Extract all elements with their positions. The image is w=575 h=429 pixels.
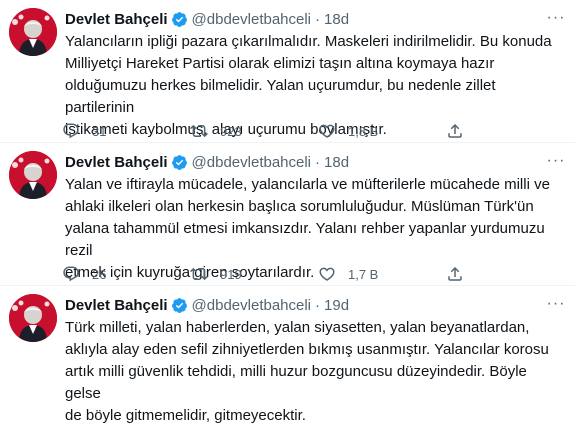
tweet[interactable]: Devlet Bahçeli @dbdevletbahceli · 19d ··… <box>0 286 575 429</box>
verified-badge-icon <box>171 154 188 171</box>
author-handle[interactable]: @dbdevletbahceli <box>192 154 311 171</box>
tweet[interactable]: Devlet Bahçeli @dbdevletbahceli · 18d ··… <box>0 0 575 143</box>
heart-icon <box>319 124 335 138</box>
share-icon <box>448 266 462 281</box>
retweet-icon <box>190 267 208 281</box>
author-handle[interactable]: @dbdevletbahceli <box>192 297 311 314</box>
more-options-icon[interactable]: ··· <box>546 152 566 170</box>
author-name[interactable]: Devlet Bahçeli <box>65 11 168 28</box>
reply-count: 26 <box>92 266 107 282</box>
reply-button[interactable]: 26 <box>62 265 190 283</box>
like-button[interactable]: 1,7 B <box>318 265 446 283</box>
reply-icon <box>63 123 79 139</box>
share-button[interactable] <box>446 265 464 283</box>
verified-badge-icon <box>171 297 188 314</box>
tweet-header: Devlet Bahçeli @dbdevletbahceli · 18d <box>65 9 567 29</box>
share-icon <box>448 123 462 138</box>
reply-button[interactable]: 31 <box>62 122 190 140</box>
reply-icon <box>63 266 79 282</box>
tweet-actions: 26 919 1,7 B <box>62 264 464 284</box>
author-name[interactable]: Devlet Bahçeli <box>65 297 168 314</box>
tweet-time[interactable]: 19d <box>324 297 349 314</box>
like-button[interactable]: 1,8 B <box>318 122 446 140</box>
verified-badge-icon <box>171 11 188 28</box>
tweet-header: Devlet Bahçeli @dbdevletbahceli · 18d <box>65 152 567 172</box>
author-name[interactable]: Devlet Bahçeli <box>65 154 168 171</box>
retweet-icon <box>190 124 208 138</box>
retweet-count: 923 <box>220 123 242 139</box>
share-button[interactable] <box>446 122 464 140</box>
avatar[interactable] <box>9 294 57 342</box>
avatar[interactable] <box>9 151 57 199</box>
retweet-button[interactable]: 919 <box>190 265 318 283</box>
avatar[interactable] <box>9 8 57 56</box>
author-handle[interactable]: @dbdevletbahceli <box>192 11 311 28</box>
like-count: 1,8 B <box>348 123 379 139</box>
tweet-actions: 31 923 1,8 B <box>62 121 464 141</box>
tweet-time[interactable]: 18d <box>324 154 349 171</box>
heart-icon <box>319 267 335 281</box>
separator-dot: · <box>315 153 321 171</box>
tweet-header: Devlet Bahçeli @dbdevletbahceli · 19d <box>65 295 567 315</box>
more-options-icon[interactable]: ··· <box>546 9 566 27</box>
separator-dot: · <box>315 296 321 314</box>
tweet[interactable]: Devlet Bahçeli @dbdevletbahceli · 18d ··… <box>0 143 575 286</box>
separator-dot: · <box>315 10 321 28</box>
retweet-count: 919 <box>220 266 242 282</box>
reply-count: 31 <box>92 123 107 139</box>
tweet-time[interactable]: 18d <box>324 11 349 28</box>
like-count: 1,7 B <box>348 266 379 282</box>
tweet-text: Türk milleti, yalan haberlerden, yalan s… <box>65 319 549 424</box>
retweet-button[interactable]: 923 <box>190 122 318 140</box>
more-options-icon[interactable]: ··· <box>546 295 566 313</box>
